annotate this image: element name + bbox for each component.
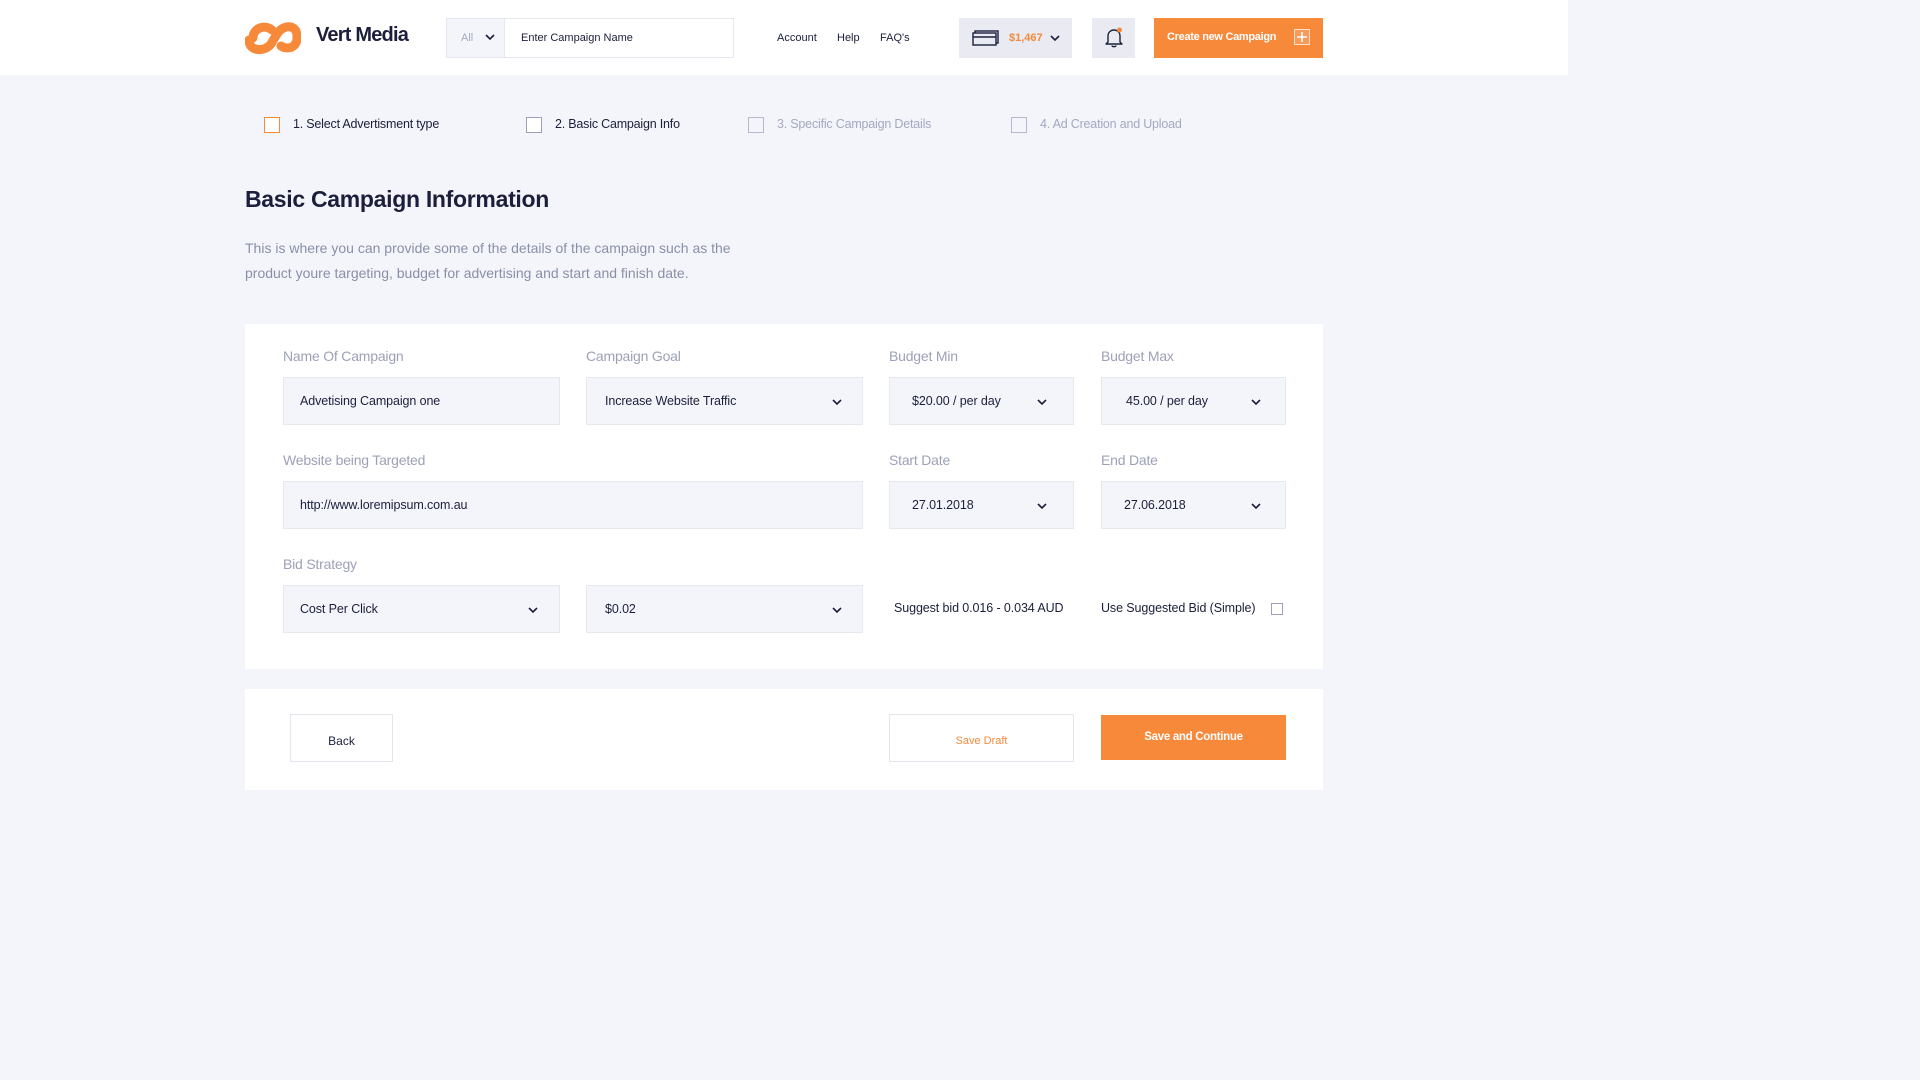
campaign-goal-label: Campaign Goal [586,348,681,364]
step-label: 1. Select Advertisment type [293,117,440,131]
end-date-value: 27.06.2018 [1124,498,1186,512]
budget-min-select[interactable]: $20.00 / per day [889,377,1074,425]
bid-strategy-select[interactable]: Cost Per Click [283,585,560,633]
chevron-down-icon [485,34,495,41]
create-campaign-label: Create new Campaign [1167,31,1277,43]
budget-min-label: Budget Min [889,348,958,364]
chevron-down-icon [1037,503,1047,510]
suggested-bid-text: Suggest bid 0.016 - 0.034 AUD [894,601,1064,615]
website-input[interactable]: http://www.loremipsum.com.au [283,481,863,529]
bell-icon [1105,27,1123,48]
nav-help[interactable]: Help [837,32,860,44]
save-draft-label: Save Draft [955,735,1008,747]
brand-name: Vert Media [316,24,409,46]
step-checkbox [526,117,542,133]
step-checkbox [748,117,764,133]
campaign-goal-select[interactable]: Increase Website Traffic [586,377,863,425]
campaign-name-input[interactable]: Advetising Campaign one [283,377,560,425]
form-actions-card: Back Save Draft Save and Continue [245,689,1323,790]
create-campaign-button[interactable]: Create new Campaign [1154,18,1323,58]
start-date-label: Start Date [889,452,951,468]
campaign-form-card: Name Of Campaign Advetising Campaign one… [245,324,1323,669]
top-header: Vert Media All Account Help FAQ's $1,467… [0,0,1568,75]
end-date-picker[interactable]: 27.06.2018 [1101,481,1286,529]
chevron-down-icon [1251,503,1261,510]
use-suggested-bid-checkbox[interactable] [1271,603,1283,615]
chevron-down-icon [528,607,538,614]
plus-icon [1294,29,1310,45]
website-value: http://www.loremipsum.com.au [300,498,468,512]
back-button[interactable]: Back [290,714,393,762]
step-label: 3. Specific Campaign Details [777,117,932,131]
step-label: 2. Basic Campaign Info [555,117,680,131]
budget-max-value: 45.00 / per day [1126,394,1208,408]
chevron-down-icon [1037,399,1047,406]
budget-max-label: Budget Max [1101,348,1174,364]
budget-max-select[interactable]: 45.00 / per day [1101,377,1286,425]
budget-min-value: $20.00 / per day [912,394,1001,408]
search-input[interactable] [505,19,733,57]
brand-logo-icon[interactable] [245,18,301,54]
chevron-down-icon [1050,35,1060,42]
wallet-balance-dropdown[interactable]: $1,467 [959,18,1072,58]
chevron-down-icon [1251,399,1261,406]
start-date-value: 27.01.2018 [912,498,974,512]
bid-amount-select[interactable]: $0.02 [586,585,863,633]
save-draft-button[interactable]: Save Draft [889,714,1074,762]
end-date-label: End Date [1101,452,1158,468]
step-checkbox [264,117,280,133]
campaign-goal-value: Increase Website Traffic [605,394,737,408]
page-description: This is where you can provide some of th… [245,240,731,281]
step-checkbox [1011,117,1027,133]
save-and-continue-label: Save and Continue [1144,731,1243,743]
campaign-name-label: Name Of Campaign [283,348,404,364]
bid-amount-value: $0.02 [605,602,636,616]
nav-account[interactable]: Account [777,32,817,44]
search-filter-value: All [461,32,474,44]
chevron-down-icon [832,399,842,406]
save-and-continue-button[interactable]: Save and Continue [1101,715,1286,760]
notifications-button[interactable] [1092,18,1135,58]
back-button-label: Back [328,734,355,748]
nav-faqs[interactable]: FAQ's [880,32,910,44]
chevron-down-icon [832,607,842,614]
unread-dot [1117,27,1122,33]
search-filter-dropdown[interactable]: All [447,19,505,57]
wallet-amount: $1,467 [1009,32,1043,44]
bid-strategy-label: Bid Strategy [283,556,357,572]
start-date-picker[interactable]: 27.01.2018 [889,481,1074,529]
website-label: Website being Targeted [283,452,426,468]
page-title: Basic Campaign Information [245,186,550,212]
step-label: 4. Ad Creation and Upload [1040,117,1182,131]
credit-card-icon [972,30,999,46]
bid-strategy-value: Cost Per Click [300,602,378,616]
campaign-search: All [446,18,734,58]
use-suggested-bid-label: Use Suggested Bid (Simple) [1101,601,1256,615]
campaign-name-value: Advetising Campaign one [300,394,441,408]
